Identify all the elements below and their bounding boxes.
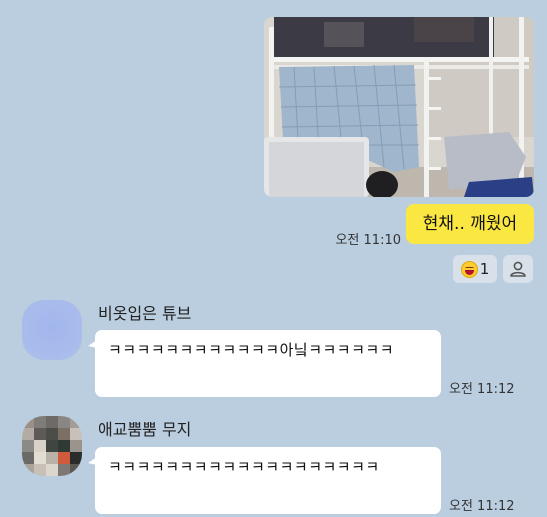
laughing-face-emoji-icon xyxy=(460,260,478,278)
avatar-pixelated[interactable] xyxy=(22,416,82,476)
sent-message-bubble[interactable]: 현채.. 깨웠어 xyxy=(406,204,534,244)
sender-name: 비옷입은 튜브 xyxy=(98,304,192,323)
avatar-blue[interactable] xyxy=(22,300,82,360)
pixelated-avatar-image xyxy=(22,416,82,476)
received-message-time: 오전 11:12 xyxy=(449,499,515,514)
sent-photo[interactable] xyxy=(264,17,534,197)
blue-avatar-image xyxy=(22,300,82,360)
bunk-bed-room-image xyxy=(264,17,534,197)
received-message-bubble[interactable]: ㅋㅋㅋㅋㅋㅋㅋㅋㅋㅋㅋㅋ아닠ㅋㅋㅋㅋㅋㅋ xyxy=(88,330,441,397)
reaction-count: 1 xyxy=(479,260,490,278)
received-message-time: 오전 11:12 xyxy=(449,382,515,397)
reaction-badge[interactable]: 1 xyxy=(453,255,497,283)
sender-name: 애교뿜뿜 무지 xyxy=(98,420,192,439)
person-icon xyxy=(510,261,526,277)
received-message-bubble[interactable]: ㅋㅋㅋㅋㅋㅋㅋㅋㅋㅋㅋㅋㅋㅋㅋㅋㅋㅋㅋ xyxy=(88,447,441,514)
add-reaction-button[interactable] xyxy=(503,255,533,283)
sent-message-time: 오전 11:10 xyxy=(335,233,401,248)
